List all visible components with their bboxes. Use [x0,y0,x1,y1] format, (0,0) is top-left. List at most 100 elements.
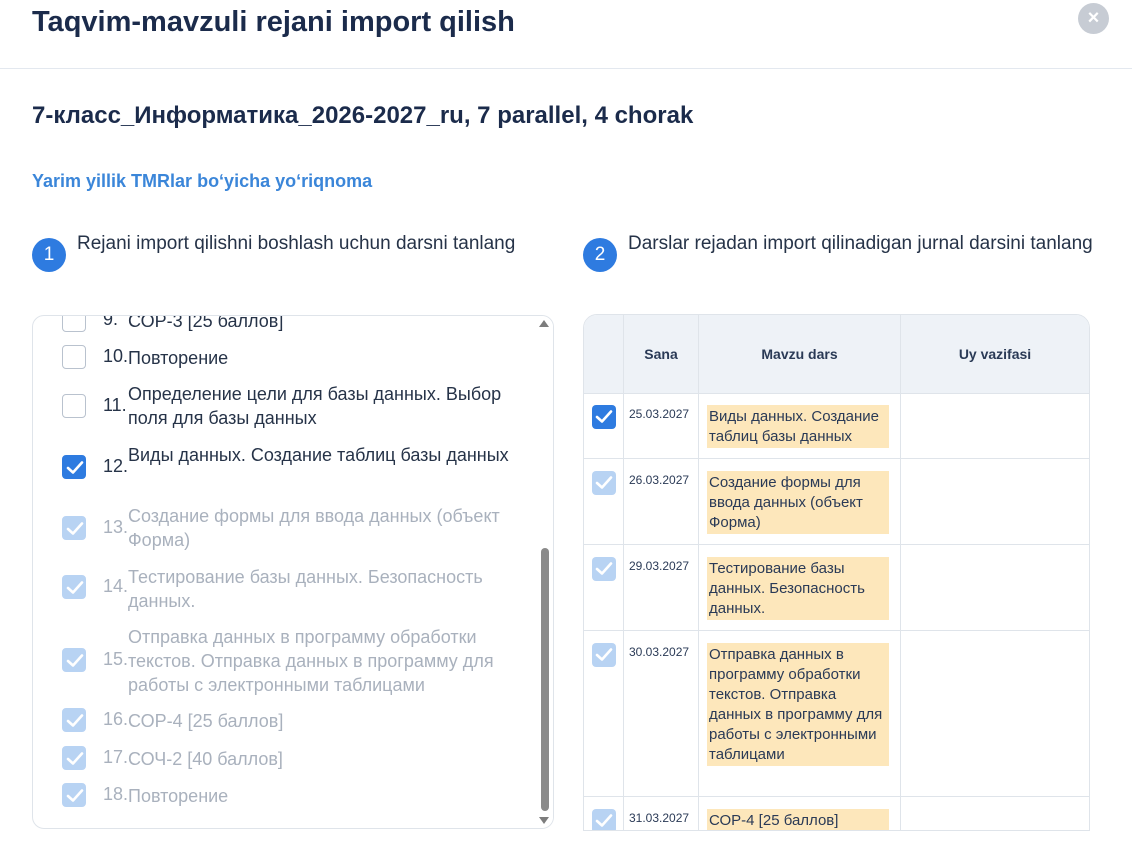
column-header-homework: Uy vazifasi [958,346,1032,362]
row-homework[interactable] [901,797,1089,830]
row-topic-cell: Отправка данных в программу обработки те… [699,631,901,796]
lesson-item-15[interactable]: 15. Отправка данных в программу обработк… [33,625,538,699]
step-1: 1 Rejani import qilishni boshlash uchun … [32,230,532,272]
step-2-text: Darslar rejadan import qilinadigan jurna… [628,233,1093,254]
lesson-title: СОР-3 [25 баллов] [128,315,284,331]
lesson-item-9[interactable]: 9. СОР-3 [25 баллов] [33,315,538,338]
check-icon [66,714,84,727]
lesson-checkbox-17[interactable] [62,746,86,770]
plan-lesson-list[interactable]: 9. СОР-3 [25 баллов] 10. Повторение 11. … [32,315,554,829]
guide-link[interactable]: Yarim yillik TMRlar boʻyicha yoʻriqnoma [32,171,372,192]
table-row[interactable]: 26.03.2027 Создание формы для ввода данн… [584,459,1089,545]
row-topic: Виды данных. Создание таблиц базы данных [707,405,889,448]
import-plan-modal: Taqvim-mavzuli rejani import qilish × 7-… [0,0,1132,861]
lesson-number: 12. [103,456,129,476]
row-checkbox[interactable] [592,471,616,495]
lesson-number: 14. [103,576,129,596]
plan-name: 7-класс_Информатика_2026-2027_ru, 7 para… [32,102,694,129]
row-homework[interactable] [901,631,1089,796]
lesson-checkbox-9[interactable] [62,316,86,332]
row-homework[interactable] [901,459,1089,544]
lesson-title: Тестирование базы данных. Безопасность д… [128,567,483,611]
row-topic-cell: Тестирование базы данных. Безопасность д… [699,545,901,630]
lesson-checkbox-15[interactable] [62,648,86,672]
row-checkbox[interactable] [592,643,616,667]
row-select-cell [584,393,624,458]
lesson-title: Виды данных. Создание таблиц базы данных [128,445,509,465]
scroll-down-arrow-icon[interactable] [539,817,549,824]
lesson-checkbox-13[interactable] [62,516,86,540]
lesson-item-12[interactable]: 12. Виды данных. Создание таблиц базы да… [33,443,538,493]
lesson-checkbox-14[interactable] [62,575,86,599]
lesson-title: Повторение [128,348,229,368]
lesson-item-16[interactable]: 16. СОР-4 [25 баллов] [33,708,538,738]
check-icon [595,562,613,575]
lesson-item-11[interactable]: 11. Определение цели для базы данных. Вы… [33,382,538,432]
row-select-cell [584,797,624,830]
lesson-item-14[interactable]: 14. Тестирование базы данных. Безопаснос… [33,565,538,615]
close-icon[interactable]: × [1078,3,1109,34]
row-date: 31.03.2027 [624,797,699,830]
step-1-badge: 1 [32,238,66,272]
lesson-number: 13. [103,517,129,537]
lesson-item-17[interactable]: 17. СОЧ-2 [40 баллов] [33,746,538,776]
lesson-title: СОР-4 [25 баллов] [128,711,284,731]
row-topic: Создание формы для ввода данных (объект … [707,471,889,534]
check-icon [66,654,84,667]
lesson-item-13[interactable]: 13. Создание формы для ввода данных (объ… [33,504,538,554]
table-row[interactable]: 29.03.2027 Тестирование базы данных. Без… [584,545,1089,631]
column-header-topic: Mavzu dars [699,315,901,393]
row-date: 25.03.2027 [624,393,699,458]
lesson-title: Определение цели для базы данных. Выбор … [128,384,502,428]
lesson-item-10[interactable]: 10. Повторение [33,344,538,374]
lesson-title: СОЧ-2 [40 баллов] [128,749,283,769]
row-select-cell [584,545,624,630]
lesson-number: 11. [103,395,127,415]
step-2: 2 Darslar rejadan import qilinadigan jur… [583,230,1103,272]
check-icon [66,522,84,535]
row-topic-cell: Создание формы для ввода данных (объект … [699,459,901,544]
row-homework[interactable] [901,545,1089,630]
row-select-cell [584,459,624,544]
lesson-title: Создание формы для ввода данных (объект … [128,506,500,550]
lesson-number: 18. [103,784,129,804]
table-row[interactable]: 31.03.2027 СОР-4 [25 баллов] [584,797,1089,830]
step-2-badge: 2 [583,238,617,272]
lesson-checkbox-16[interactable] [62,708,86,732]
scroll-up-arrow-icon[interactable] [539,320,549,327]
scrollbar-thumb[interactable] [541,548,549,811]
lesson-number: 15. [103,649,129,669]
row-topic: Отправка данных в программу обработки те… [707,643,889,766]
row-date: 30.03.2027 [624,631,699,796]
table-row[interactable]: 30.03.2027 Отправка данных в программу о… [584,631,1089,797]
check-icon [66,461,84,474]
check-icon [66,789,84,802]
check-icon [66,581,84,594]
row-checkbox[interactable] [592,557,616,581]
lesson-checkbox-11[interactable] [62,394,86,418]
table-header: Sana Mavzu dars Uy vazifasi [584,315,1089,394]
check-icon [595,410,613,423]
step-1-text: Rejani import qilishni boshlash uchun da… [77,233,516,254]
lesson-checkbox-10[interactable] [62,345,86,369]
column-header-select [584,315,624,393]
column-header-date: Sana [624,315,699,393]
modal-title: Taqvim-mavzuli rejani import qilish [32,6,515,38]
check-icon [595,648,613,661]
lesson-number: 10. [103,346,129,366]
lesson-item-18[interactable]: 18. Повторение [33,783,538,813]
lesson-checkbox-12[interactable] [62,455,86,479]
lesson-checkbox-18[interactable] [62,783,86,807]
lesson-number: 16. [103,709,129,729]
lesson-title: Отправка данных в программу обработки те… [128,627,494,695]
table-row[interactable]: 25.03.2027 Виды данных. Создание таблиц … [584,393,1089,459]
row-checkbox[interactable] [592,405,616,429]
row-homework[interactable] [901,393,1089,458]
row-date: 29.03.2027 [624,545,699,630]
row-checkbox[interactable] [592,809,616,830]
lesson-title: Повторение [128,786,229,806]
lesson-number: 17. [103,747,129,767]
row-date: 26.03.2027 [624,459,699,544]
check-icon [66,752,84,765]
check-icon [595,476,613,489]
